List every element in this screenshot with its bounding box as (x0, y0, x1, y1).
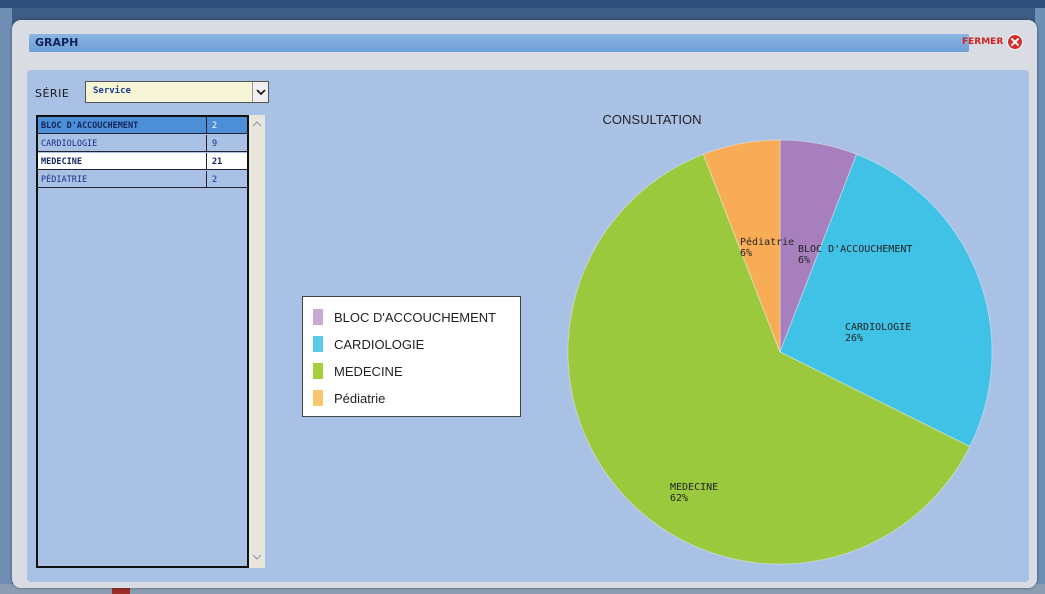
slice-label-pediatrie: Pédiatrie (740, 236, 794, 248)
slice-percent-bloc: 6% (798, 255, 810, 266)
pie-chart: BLOC D'ACCOUCHEMENT6%CARDIOLOGIE26%MEDEC… (567, 139, 993, 565)
background-app-left (0, 8, 12, 594)
close-icon (1007, 34, 1024, 50)
background-app-top (0, 0, 1045, 8)
slice-percent-pediatrie: 6% (740, 248, 752, 259)
slice-percent-cardiologie: 26% (845, 333, 863, 344)
dialog-title: GRAPH (35, 36, 79, 49)
dialog-content: SÉRIE Service BLOC D'ACCOUCHEMENT 2 CARD… (27, 70, 1029, 582)
close-label: FERMER (962, 37, 1004, 47)
graph-dialog: GRAPH FERMER SÉRIE Service BLOC D'ACCOUC… (12, 20, 1037, 588)
dialog-titlebar: GRAPH (29, 34, 969, 52)
close-button[interactable]: FERMER (962, 34, 1024, 50)
slice-label-bloc: BLOC D'ACCOUCHEMENT (798, 244, 912, 255)
slice-label-medecine: MEDECINE (670, 482, 718, 493)
slice-label-cardiologie: CARDIOLOGIE (845, 322, 911, 333)
slice-percent-medecine: 62% (670, 493, 688, 504)
